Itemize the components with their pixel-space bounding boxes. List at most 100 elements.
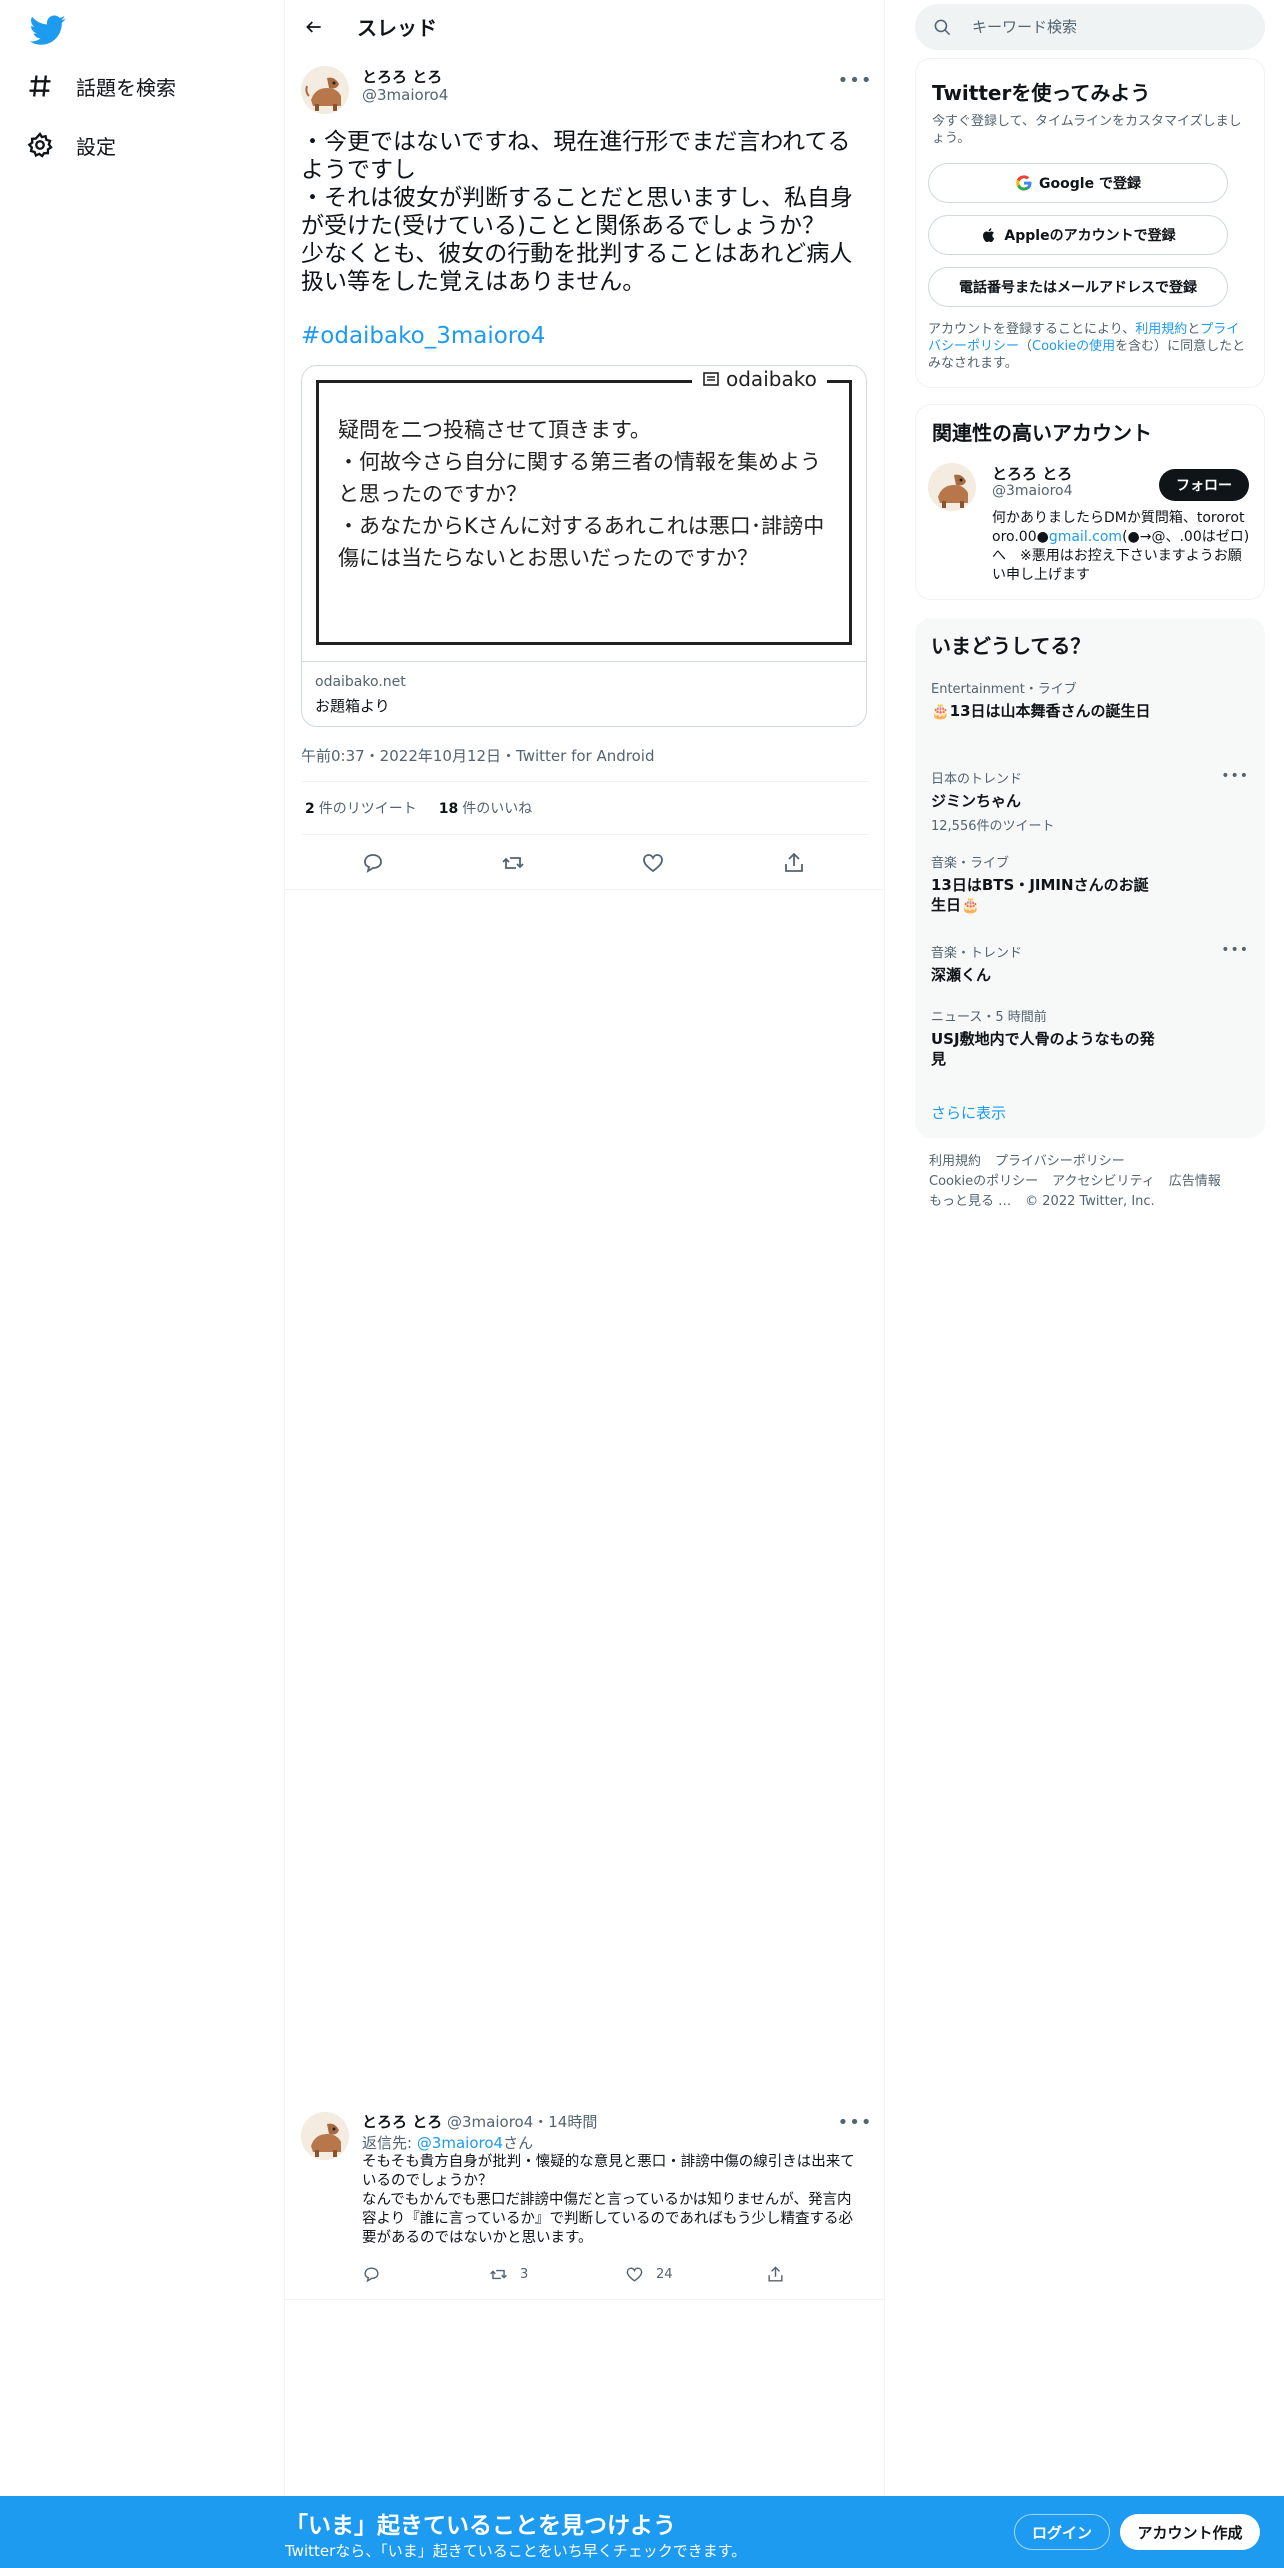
heart-icon xyxy=(626,2266,643,2282)
back-button[interactable] xyxy=(297,10,331,44)
retweet-icon[interactable] xyxy=(501,851,525,875)
trend-item[interactable]: ニュース・5 時間前 USJ敷地内で人骨のようなもの発見 xyxy=(931,1006,1249,1069)
trend-item[interactable]: 音楽・ライブ 13日はBTS・JIMINさんのお誕生日🎂 xyxy=(931,852,1249,915)
nav-settings[interactable]: 設定 xyxy=(26,119,116,171)
trend-more-icon[interactable]: ••• xyxy=(1221,942,1249,958)
thread-header: スレッド xyxy=(285,0,885,54)
related-account-handle[interactable]: @3maioro4 xyxy=(992,483,1073,499)
avatar[interactable] xyxy=(301,2112,349,2160)
arrow-left-icon xyxy=(306,21,321,33)
hashtag-link[interactable]: #odaibako_3maioro4 xyxy=(301,323,545,349)
related-accounts-box: 関連性の高いアカウント とろろ とろ @3maioro4 フォロー 何かありまし… xyxy=(915,404,1265,600)
related-title: 関連性の高いアカウント xyxy=(932,421,1152,445)
author-handle[interactable]: @3maioro4 xyxy=(362,86,448,104)
bio-link[interactable]: gmail.com xyxy=(1049,529,1122,545)
more-options-button[interactable]: ••• xyxy=(838,68,872,92)
reply-like-count: 24 xyxy=(656,2266,673,2282)
reply-time[interactable]: ・14時間 xyxy=(533,2113,597,2131)
related-account-bio: 何かありましたらDMか質問箱、tororotoro.00●gmail.com(●… xyxy=(992,510,1250,583)
footer-accessibility-link[interactable]: アクセシビリティ xyxy=(1052,1174,1155,1189)
retweet-count[interactable]: 2 件のリツイート xyxy=(305,798,417,818)
like-count[interactable]: 18 件のいいね xyxy=(439,798,532,818)
search-input[interactable] xyxy=(972,18,1232,36)
footer-cookie-link[interactable]: Cookieのポリシー xyxy=(929,1174,1038,1189)
trend-more-icon[interactable]: ••• xyxy=(1221,768,1249,784)
gear-icon xyxy=(27,131,53,158)
reply-more-button[interactable]: ••• xyxy=(838,2110,872,2134)
reply-icon[interactable] xyxy=(361,851,385,875)
share-icon[interactable] xyxy=(782,851,806,875)
footer-terms-link[interactable]: 利用規約 xyxy=(929,1154,981,1169)
more-icon: ••• xyxy=(837,2111,873,2133)
reply-text: そもそも貴方自身が批判・懐疑的な意見と悪口・誹謗中傷の線引きは出来ているのでしょ… xyxy=(362,2154,855,2246)
reply-tweet[interactable]: とろろ とろ @3maioro4・14時間 ••• 返信先: @3maioro4… xyxy=(285,2092,885,2300)
apple-signup-label: Appleのアカウントで登録 xyxy=(1004,228,1176,244)
reply-author-name[interactable]: とろろ とろ xyxy=(362,2113,442,2131)
avatar[interactable] xyxy=(301,66,349,114)
signup-box: Twitterを使ってみよう 今すぐ登録して、タイムラインをカスタマイズしましょ… xyxy=(915,58,1265,388)
banner-subtitle: Twitterなら、「いま」起きていることをいち早くチェックできます。 xyxy=(285,2542,747,2560)
search-icon xyxy=(934,19,951,35)
footer-ads-link[interactable]: 広告情報 xyxy=(1169,1174,1221,1189)
card-domain: odaibako.net xyxy=(315,674,406,690)
reply-like-button[interactable]: 24 xyxy=(625,2263,673,2285)
trend-context: Entertainment・ライブ xyxy=(931,682,1077,697)
avatar[interactable] xyxy=(928,463,976,511)
replying-to-link[interactable]: @3maioro4 xyxy=(417,2134,503,2152)
author-name[interactable]: とろろ とろ xyxy=(362,66,442,87)
follow-button[interactable]: フォロー xyxy=(1159,469,1249,501)
card-image: odaibako 疑問を二つ投稿させて頂きます。 ・何故今さら自分に関する第三者… xyxy=(302,366,866,661)
stats-bar: 2 件のリツイート 18 件のいいね xyxy=(301,781,869,835)
cookie-link[interactable]: Cookieの使用 xyxy=(1032,339,1115,354)
reply-header: とろろ とろ @3maioro4・14時間 xyxy=(362,2111,597,2132)
trend-item[interactable]: Entertainment・ライブ 🎂13日は山本舞香さんの誕生日 xyxy=(931,678,1249,721)
reply-retweet-button[interactable]: 3 xyxy=(489,2263,528,2285)
nav-explore-label: 話題を検索 xyxy=(76,75,176,100)
footer-more-link[interactable]: もっと見る … xyxy=(929,1194,1011,1209)
create-account-button[interactable]: アカウント作成 xyxy=(1120,2514,1260,2550)
google-signup-button[interactable]: Google で登録 xyxy=(928,163,1228,203)
banner-title: 「いま」起きていることを見つけよう xyxy=(285,2513,676,2539)
card-question-text: 疑問を二つ投稿させて頂きます。 ・何故今さら自分に関する第三者の情報を集めようと… xyxy=(338,418,825,570)
terms-link[interactable]: 利用規約 xyxy=(1135,322,1187,337)
signup-title: Twitterを使ってみよう xyxy=(932,81,1151,105)
signup-legal: アカウントを登録することにより、利用規約とプライバシーポリシー（Cookieの使… xyxy=(928,322,1246,371)
phone-email-signup-button[interactable]: 電話番号またはメールアドレスで登録 xyxy=(928,267,1228,307)
related-account-name[interactable]: とろろ とろ xyxy=(992,463,1072,484)
reply-reply-button[interactable] xyxy=(362,2263,393,2285)
apple-signup-button[interactable]: Appleのアカウントで登録 xyxy=(928,215,1228,255)
phone-email-signup-label: 電話番号またはメールアドレスで登録 xyxy=(959,280,1197,296)
reply-author-handle[interactable]: @3maioro4 xyxy=(447,2113,533,2131)
trend-count: 12,556件のツイート xyxy=(931,819,1055,834)
more-icon: ••• xyxy=(837,69,873,91)
card-meta: odaibako.net お題箱より xyxy=(302,661,866,726)
trends-box: いまどうしてる？ Entertainment・ライブ 🎂13日は山本舞香さんの誕… xyxy=(915,618,1265,1138)
tweet-timestamp[interactable]: 午前0:37・2022年10月12日・Twitter for Android xyxy=(301,745,654,766)
google-signup-label: Google で登録 xyxy=(1039,176,1141,192)
card-brand-label: odaibako xyxy=(726,367,817,391)
reply-retweet-count: 3 xyxy=(520,2266,529,2282)
trend-item[interactable]: 音楽・トレンド 深瀬くん ••• xyxy=(931,942,1249,985)
google-icon xyxy=(1016,175,1032,191)
link-card[interactable]: odaibako 疑問を二つ投稿させて頂きます。 ・何故今さら自分に関する第三者… xyxy=(301,365,867,727)
login-button[interactable]: ログイン xyxy=(1014,2514,1110,2550)
trend-item[interactable]: 日本のトレンド ジミンちゃん 12,556件のツイート ••• xyxy=(931,768,1249,834)
twitter-logo-icon[interactable] xyxy=(29,12,66,48)
trend-name: 深瀬くん xyxy=(931,966,992,984)
search-bar[interactable] xyxy=(915,4,1265,50)
nav-explore[interactable]: 話題を検索 xyxy=(26,60,176,112)
bottom-signup-banner: 「いま」起きていることを見つけよう Twitterなら、「いま」起きていることを… xyxy=(0,2496,1284,2568)
reply-icon xyxy=(364,2266,379,2282)
card-brand: odaibako xyxy=(692,367,827,391)
hash-icon xyxy=(29,75,51,97)
main-column: スレッド とろろ とろ @3maioro4 ••• ・今更ではないですね、現在進… xyxy=(285,0,885,2568)
trend-name: USJ敷地内で人骨のようなもの発見 xyxy=(931,1030,1155,1068)
sidebar-footer: 利用規約 プライバシーポリシー Cookieのポリシー アクセシビリティ 広告情報 も… xyxy=(929,1152,1249,1212)
footer-privacy-link[interactable]: プライバシーポリシー xyxy=(995,1154,1125,1169)
trends-title: いまどうしてる？ xyxy=(931,634,1091,658)
action-bar xyxy=(285,836,885,890)
reply-share-button[interactable] xyxy=(766,2263,797,2285)
heart-icon[interactable] xyxy=(641,851,665,875)
show-more-link[interactable]: さらに表示 xyxy=(931,1102,1006,1123)
apple-icon xyxy=(983,228,995,242)
